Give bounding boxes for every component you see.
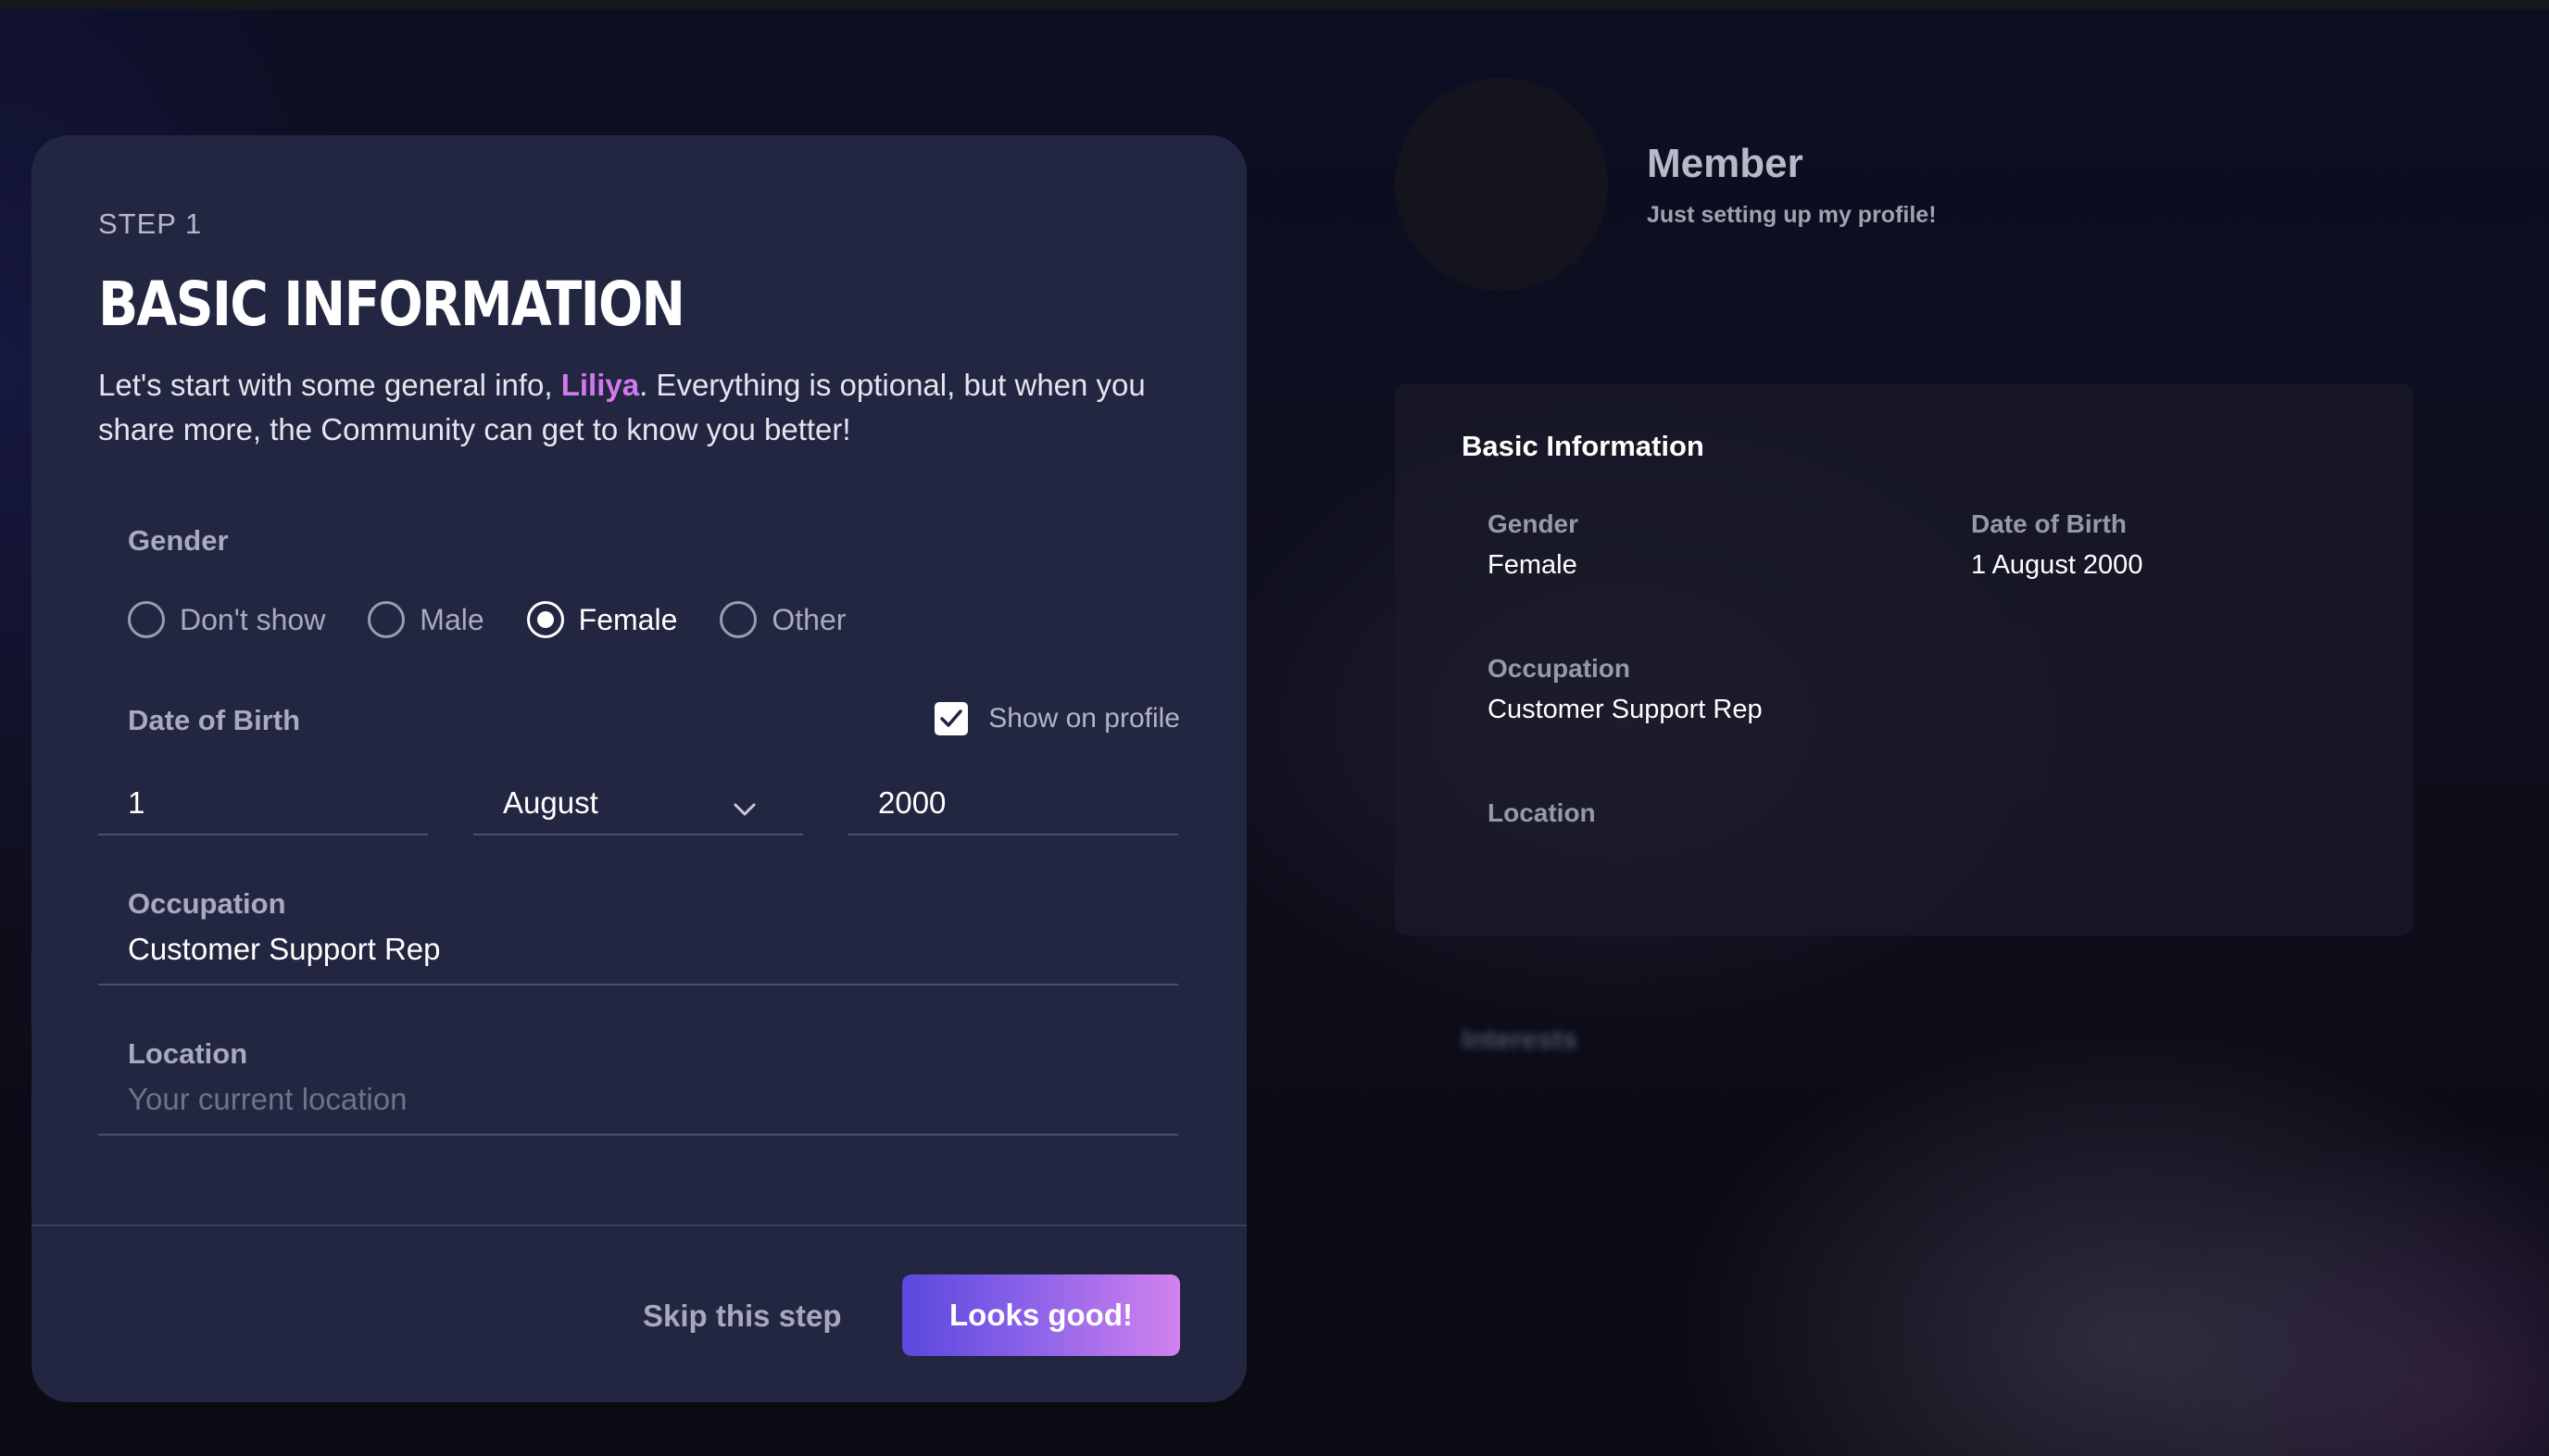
radio-unchecked-icon <box>720 601 758 638</box>
preview-occupation-label: Occupation <box>1488 654 1631 683</box>
dob-day-input[interactable]: 1 <box>98 774 428 835</box>
occupation-label: Occupation <box>128 887 286 920</box>
show-on-profile-label: Show on profile <box>988 703 1180 734</box>
dob-year-input[interactable]: 2000 <box>848 774 1178 835</box>
profile-preview-panel: Basic Information Gender Female Date of … <box>1395 383 2414 935</box>
radio-unchecked-icon <box>368 601 406 638</box>
gender-option-other[interactable]: Other <box>720 601 846 638</box>
checkbox-checked-icon <box>935 702 969 735</box>
intro-text: Let's start with some general info, Lili… <box>98 363 1210 452</box>
gender-option-label: Female <box>578 602 678 636</box>
occupation-value: Customer Support Rep <box>128 932 441 966</box>
gender-option-female[interactable]: Female <box>526 601 678 638</box>
skip-step-button[interactable]: Skip this step <box>643 1299 842 1334</box>
gender-option-label: Other <box>772 602 847 636</box>
gender-radio-group: Don't show Male Female Other <box>128 596 888 643</box>
form-title: BASIC INFORMATION <box>98 269 685 340</box>
location-label: Location <box>128 1037 248 1070</box>
gender-option-male[interactable]: Male <box>368 601 484 638</box>
preview-next-section-title: Interests <box>1462 1024 1578 1055</box>
gender-label: Gender <box>128 524 229 557</box>
dob-year-value: 2000 <box>878 785 947 820</box>
intro-text-start: Let's start with some general info, <box>98 368 561 402</box>
profile-display-name: Member <box>1647 141 1803 186</box>
chevron-down-icon <box>734 803 756 816</box>
step-label: STEP 1 <box>98 207 203 240</box>
dob-label: Date of Birth <box>128 704 300 736</box>
preview-dob-value: 1 August 2000 <box>1971 550 2143 580</box>
radio-unchecked-icon <box>128 601 165 638</box>
avatar <box>1395 78 1608 291</box>
show-on-profile-checkbox[interactable]: Show on profile <box>935 702 1180 735</box>
dob-day-value: 1 <box>128 785 145 820</box>
dob-month-select[interactable]: August <box>473 774 803 835</box>
gender-option-label: Male <box>420 602 484 636</box>
footer-divider <box>31 1224 1247 1226</box>
profile-tagline: Just setting up my profile! <box>1647 202 1937 228</box>
gender-option-label: Don't show <box>180 602 326 636</box>
preview-section-title: Basic Information <box>1462 430 1704 462</box>
occupation-input[interactable]: Customer Support Rep <box>98 923 1178 985</box>
preview-gender-label: Gender <box>1488 509 1579 538</box>
preview-location-label: Location <box>1488 798 1596 827</box>
preview-gender-value: Female <box>1488 550 1577 580</box>
gender-option-dont-show[interactable]: Don't show <box>128 601 325 638</box>
looks-good-button[interactable]: Looks good! <box>902 1274 1180 1356</box>
dob-month-value: August <box>503 785 598 820</box>
preview-occupation-value: Customer Support Rep <box>1488 695 1763 724</box>
top-bar <box>0 0 2549 9</box>
location-input[interactable]: Your current location <box>98 1073 1178 1136</box>
location-placeholder: Your current location <box>128 1082 408 1116</box>
user-name: Liliya <box>560 368 640 402</box>
onboarding-card: STEP 1 BASIC INFORMATION Let's start wit… <box>31 135 1247 1402</box>
preview-dob-label: Date of Birth <box>1971 509 2127 538</box>
radio-checked-icon <box>526 601 564 638</box>
